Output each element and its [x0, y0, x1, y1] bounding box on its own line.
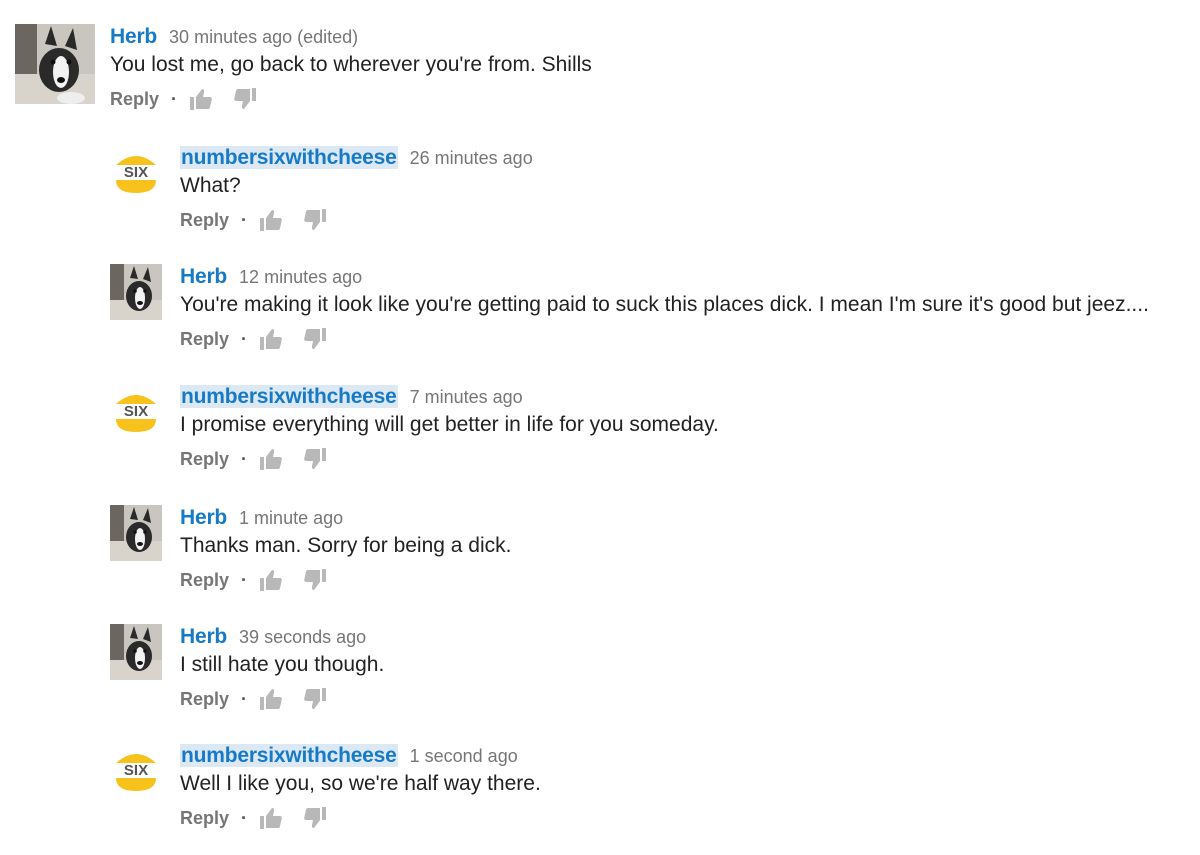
comment-timestamp[interactable]: 7 minutes ago [410, 387, 523, 407]
reply-button[interactable]: Reply [180, 689, 229, 710]
separator-dot: · [241, 209, 248, 230]
comment-author[interactable]: numbersixwithcheese [180, 744, 398, 767]
thumbs-down-icon[interactable] [303, 447, 327, 471]
reply-button[interactable]: Reply [180, 570, 229, 591]
thumbs-up-icon[interactable] [259, 568, 283, 592]
comment-author[interactable]: Herb [180, 625, 227, 648]
dog-avatar-image [15, 24, 95, 104]
comment-text: Thanks man. Sorry for being a dick. [180, 534, 512, 557]
burger-logo-avatar: SIX [110, 743, 162, 795]
avatar[interactable] [110, 624, 162, 680]
thumbs-up-icon[interactable] [259, 687, 283, 711]
comment-timestamp[interactable]: 1 second ago [410, 746, 518, 766]
avatar[interactable] [110, 264, 162, 320]
comment-text: I promise everything will get better in … [180, 413, 719, 436]
comment-text: I still hate you though. [180, 653, 385, 676]
comment-timestamp[interactable]: 1 minute ago [239, 508, 343, 528]
thumbs-up-icon[interactable] [259, 447, 283, 471]
avatar[interactable]: SIX [110, 384, 162, 436]
comment-timestamp[interactable]: 30 minutes ago (edited) [169, 27, 358, 47]
burger-logo-avatar: SIX [110, 384, 162, 436]
avatar[interactable] [110, 505, 162, 561]
separator-dot: · [241, 328, 248, 349]
thumbs-down-icon[interactable] [303, 327, 327, 351]
separator-dot: · [241, 569, 248, 590]
comment-timestamp[interactable]: 12 minutes ago [239, 267, 362, 287]
dog-avatar-image [110, 264, 162, 320]
comment-author[interactable]: Herb [180, 265, 227, 288]
reply-button[interactable]: Reply [110, 89, 159, 110]
svg-text:SIX: SIX [124, 403, 148, 420]
svg-text:SIX: SIX [124, 762, 148, 779]
avatar[interactable]: SIX [110, 743, 162, 795]
separator-dot: · [241, 688, 248, 709]
thumbs-up-icon[interactable] [259, 208, 283, 232]
comment-text: You're making it look like you're gettin… [180, 293, 1149, 316]
svg-text:SIX: SIX [124, 164, 148, 181]
thumbs-down-icon[interactable] [303, 208, 327, 232]
comment-timestamp[interactable]: 39 seconds ago [239, 627, 366, 647]
dog-avatar-image [110, 505, 162, 561]
thumbs-up-icon[interactable] [259, 327, 283, 351]
reply-button[interactable]: Reply [180, 210, 229, 231]
comment-timestamp[interactable]: 26 minutes ago [410, 148, 533, 168]
separator-dot: · [241, 448, 248, 469]
comment-author[interactable]: Herb [180, 506, 227, 529]
comment-text: What? [180, 174, 241, 197]
burger-logo-avatar: SIX [110, 145, 162, 197]
separator-dot: · [171, 88, 178, 109]
comment-author[interactable]: numbersixwithcheese [180, 385, 398, 408]
thumbs-up-icon[interactable] [189, 87, 213, 111]
thumbs-up-icon[interactable] [259, 806, 283, 830]
reply-button[interactable]: Reply [180, 449, 229, 470]
thumbs-down-icon[interactable] [233, 87, 257, 111]
avatar[interactable]: SIX [110, 145, 162, 197]
comment-author[interactable]: Herb [110, 25, 157, 48]
comment-text: You lost me, go back to wherever you're … [110, 53, 592, 76]
comment-text: Well I like you, so we're half way there… [180, 772, 541, 795]
dog-avatar-image [110, 624, 162, 680]
avatar[interactable] [15, 24, 95, 104]
reply-button[interactable]: Reply [180, 808, 229, 829]
thumbs-down-icon[interactable] [303, 806, 327, 830]
thumbs-down-icon[interactable] [303, 568, 327, 592]
separator-dot: · [241, 807, 248, 828]
comment-author[interactable]: numbersixwithcheese [180, 146, 398, 169]
reply-button[interactable]: Reply [180, 329, 229, 350]
thumbs-down-icon[interactable] [303, 687, 327, 711]
